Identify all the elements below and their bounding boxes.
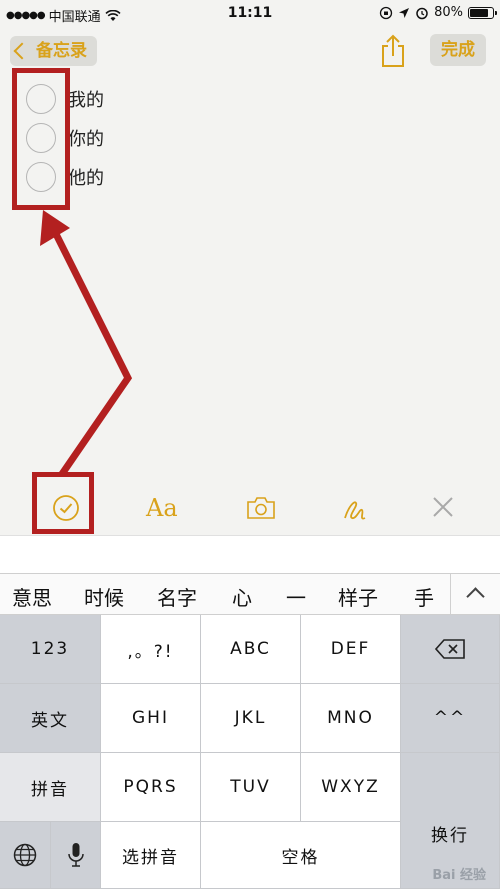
done-button[interactable]: 完成 <box>430 34 486 66</box>
candidate-word[interactable]: 意思 <box>12 582 52 611</box>
key-english[interactable]: 英文 <box>0 684 101 753</box>
location-icon <box>399 7 410 18</box>
candidate-word[interactable]: 手 <box>414 582 434 611</box>
candidate-word[interactable]: 样子 <box>338 582 378 611</box>
checklist-item-text[interactable]: 我的 <box>68 86 104 112</box>
key-def[interactable]: DEF <box>301 615 401 684</box>
key-abc[interactable]: ABC <box>201 615 301 684</box>
candidate-expand-button[interactable] <box>450 574 500 614</box>
keyboard: 123 ,。?! ABC DEF 英文 GHI JKL MNO ^^ 拼音 PQ… <box>0 615 500 889</box>
microphone-icon <box>67 843 84 867</box>
globe-key[interactable] <box>0 822 51 889</box>
checklist-item-text[interactable]: 他的 <box>68 164 104 190</box>
candidate-word[interactable]: 名字 <box>157 582 197 611</box>
globe-icon <box>13 843 37 867</box>
annotation-box-checklist <box>12 68 70 210</box>
candidate-word[interactable]: 时候 <box>84 582 124 611</box>
status-right: 80% <box>379 5 497 20</box>
key-emoticon[interactable]: ^^ <box>401 684 500 753</box>
camera-icon[interactable] <box>246 496 276 520</box>
chevron-left-icon <box>13 42 31 60</box>
battery-percent: 80% <box>434 5 463 20</box>
watermark: Bai 经验 <box>432 868 486 883</box>
candidate-word[interactable]: 心 <box>232 582 252 611</box>
checklist-item-text[interactable]: 你的 <box>68 125 104 151</box>
orientation-lock-icon <box>379 6 393 19</box>
candidate-word[interactable]: 一 <box>286 582 306 611</box>
backspace-icon <box>435 639 465 659</box>
candidate-bar: 意思 时候 名字 心 一 样子 手 <box>0 573 500 615</box>
key-123[interactable]: 123 <box>0 615 101 684</box>
annotation-box-checklist-button <box>32 472 94 534</box>
select-pinyin-key[interactable]: 选拼音 <box>101 822 201 889</box>
backspace-key[interactable] <box>401 615 500 684</box>
key-jkl[interactable]: JKL <box>201 684 301 753</box>
microphone-key[interactable] <box>51 822 101 889</box>
key-ghi[interactable]: GHI <box>101 684 201 753</box>
text-format-icon[interactable]: Aa <box>146 494 178 522</box>
battery-icon <box>468 6 497 19</box>
key-pqrs[interactable]: PQRS <box>101 753 201 822</box>
back-label: 备忘录 <box>36 41 87 61</box>
status-bar: ●●●●● 中国联通 11:11 80% <box>0 0 500 28</box>
key-pinyin[interactable]: 拼音 <box>0 753 101 822</box>
share-icon[interactable] <box>380 34 406 68</box>
pinyin-input-strip <box>0 535 500 573</box>
back-button[interactable]: 备忘录 <box>10 36 97 66</box>
close-icon[interactable] <box>432 496 454 518</box>
alarm-icon <box>416 7 428 19</box>
sketch-icon[interactable] <box>342 494 368 524</box>
key-wxyz[interactable]: WXYZ <box>301 753 401 822</box>
key-punctuation[interactable]: ,。?! <box>101 615 201 684</box>
battery-fill <box>470 8 488 17</box>
chevron-up-icon <box>466 587 485 606</box>
key-tuv[interactable]: TUV <box>201 753 301 822</box>
nav-bar: 备忘录 完成 <box>0 28 500 74</box>
space-key[interactable]: 空格 <box>201 822 401 889</box>
key-mno[interactable]: MNO <box>301 684 401 753</box>
